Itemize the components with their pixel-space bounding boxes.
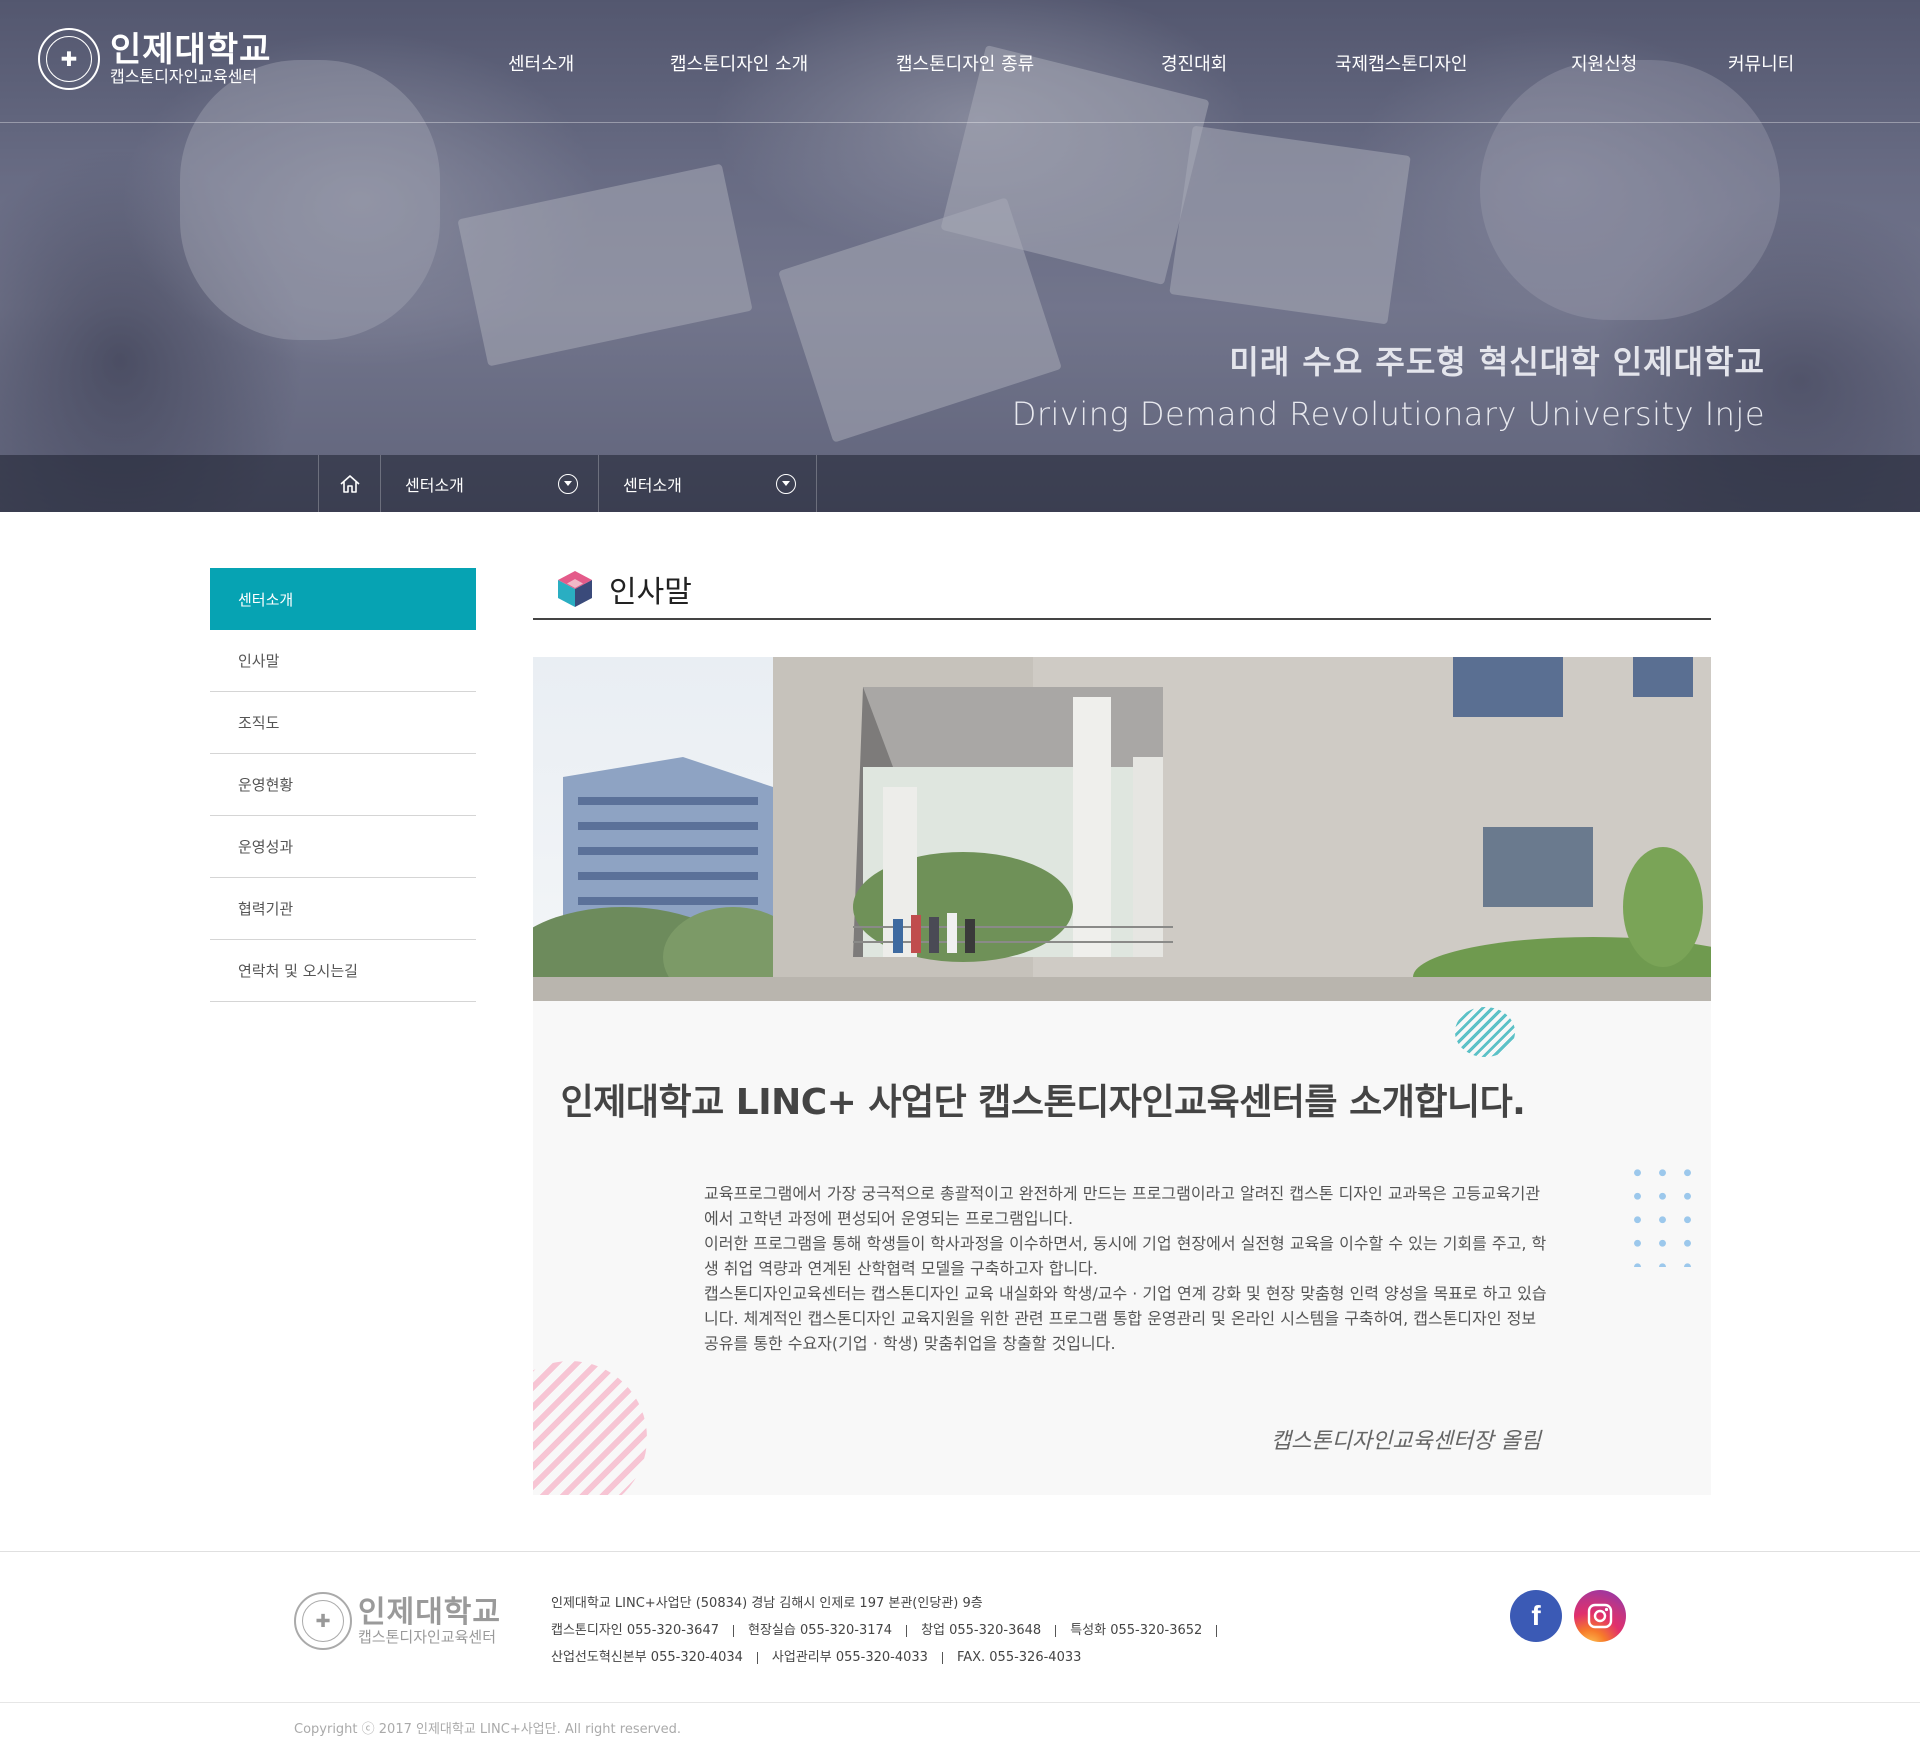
footer-info: 인제대학교 LINC+사업단 (50834) 경남 김해시 인제로 197 본관… [551, 1590, 1231, 1671]
cube-icon [558, 571, 592, 607]
location-bar: 센터소개 센터소개 [0, 455, 1920, 512]
decorative-dot-grid [1625, 1161, 1705, 1267]
instagram-button[interactable] [1574, 1590, 1626, 1642]
contact-item: 캡스톤디자인 055-320-3647 [551, 1623, 719, 1638]
separator [1216, 1624, 1218, 1637]
location-depth2-label: 센터소개 [623, 475, 682, 495]
copyright-divider [0, 1702, 1920, 1703]
hero-banner: ✚ 인제대학교 캡스톤디자인교육센터 센터소개 캡스톤디자인 소개 캡스톤디자인… [0, 0, 1920, 512]
page-title: 인사말 [609, 575, 692, 610]
footer-address: 인제대학교 LINC+사업단 (50834) 경남 김해시 인제로 197 본관… [551, 1596, 983, 1611]
footer-logo-title: 인제대학교 [358, 1594, 501, 1630]
greeting-headline: 인제대학교 LINC+ 사업단 캡스톤디자인교육센터를 소개합니다. [560, 1082, 1526, 1123]
decorative-striped-circle [533, 1361, 647, 1495]
hero-overlay [0, 0, 1920, 512]
footer-logo: ✚ 인제대학교 캡스톤디자인교육센터 [294, 1592, 501, 1650]
sidebar-item-partners[interactable]: 협력기관 [210, 878, 476, 940]
location-depth1-select[interactable]: 센터소개 [381, 455, 599, 512]
copyright-text: Copyright ⓒ 2017 인제대학교 LINC+사업단. All rig… [294, 1722, 682, 1737]
hero-title-english: Driving Demand Revolutionary University … [1011, 395, 1765, 433]
location-depth2-select[interactable]: 센터소개 [599, 455, 817, 512]
instagram-icon [1587, 1603, 1613, 1629]
content-title-bar: 인사말 [533, 560, 1711, 620]
facebook-icon: f [1531, 1600, 1541, 1631]
greeting-paragraph: 이러한 프로그램을 통해 학생들이 학사과정을 이수하면서, 동시에 기업 현장… [704, 1234, 1547, 1278]
greeting-body: 교육프로그램에서 가장 궁극적으로 총괄적이고 완전하게 만드는 프로그램이라고… [704, 1181, 1549, 1356]
contact-item: 창업 055-320-3648 [921, 1623, 1042, 1638]
building-photo [533, 657, 1711, 1001]
header-divider [0, 122, 1920, 123]
home-button[interactable] [318, 455, 381, 512]
nav-item-capstone-types[interactable]: 캡스톤디자인 종류 [896, 50, 1034, 76]
social-links: f [1510, 1590, 1626, 1642]
nav-item-international-capstone[interactable]: 국제캡스톤디자인 [1335, 50, 1467, 76]
greeting-signature: 캡스톤디자인교육센터장 올림 [1270, 1429, 1541, 1454]
contact-item: 현장실습 055-320-3174 [747, 1623, 893, 1638]
separator [756, 1651, 758, 1664]
university-seal-icon: ✚ [294, 1592, 352, 1650]
facebook-button[interactable]: f [1510, 1590, 1562, 1642]
contact-item: 산업선도혁신본부 055-320-4034 [551, 1650, 743, 1665]
chevron-down-icon [776, 473, 796, 494]
nav-item-center-intro[interactable]: 센터소개 [508, 50, 574, 76]
location-depth1-label: 센터소개 [405, 475, 464, 495]
contact-item: 사업관리부 055-320-4033 [771, 1650, 928, 1665]
chevron-down-icon [558, 473, 578, 494]
greeting-paragraph: 캡스톤디자인교육센터는 캡스톤디자인 교육 내실화와 학생/교수 · 기업 연계… [704, 1284, 1547, 1353]
greeting-paragraph: 교육프로그램에서 가장 궁극적으로 총괄적이고 완전하게 만드는 프로그램이라고… [704, 1184, 1541, 1228]
sidebar-item-operation-status[interactable]: 운영현황 [210, 754, 476, 816]
sidebar-item-organization[interactable]: 조직도 [210, 692, 476, 754]
home-icon [339, 474, 360, 493]
nav-item-apply[interactable]: 지원신청 [1571, 50, 1637, 76]
separator [941, 1651, 943, 1664]
separator [732, 1624, 734, 1637]
sidebar: 센터소개 인사말 조직도 운영현황 운영성과 협력기관 연락처 및 오시는길 [210, 568, 476, 1002]
contact-item: 특성화 055-320-3652 [1070, 1623, 1203, 1638]
nav-item-community[interactable]: 커뮤니티 [1728, 50, 1794, 76]
sidebar-title: 센터소개 [210, 568, 476, 630]
separator [1055, 1624, 1057, 1637]
footer-logo-subtitle: 캡스톤디자인교육센터 [358, 1627, 497, 1646]
contact-item: FAX. 055-326-4033 [956, 1650, 1082, 1665]
hero-title-korean: 미래 수요 주도형 혁신대학 인제대학교 [1229, 343, 1765, 381]
greeting-section: 인제대학교 LINC+ 사업단 캡스톤디자인교육센터를 소개합니다. 교육프로그… [533, 1001, 1711, 1495]
footer-contacts-row: 캡스톤디자인 055-320-3647 현장실습 055-320-3174 창업 0… [551, 1617, 1231, 1644]
separator [906, 1624, 908, 1637]
main-nav: 센터소개 캡스톤디자인 소개 캡스톤디자인 종류 경진대회 국제캡스톤디자인 지… [0, 50, 1920, 76]
nav-item-capstone-intro[interactable]: 캡스톤디자인 소개 [670, 50, 808, 76]
footer-contacts-row: 산업선도혁신본부 055-320-4034 사업관리부 055-320-4033 F… [551, 1644, 1231, 1671]
building-illustration [533, 657, 1711, 1001]
footer-divider [0, 1551, 1920, 1552]
sidebar-item-operation-results[interactable]: 운영성과 [210, 816, 476, 878]
sidebar-item-contact-directions[interactable]: 연락처 및 오시는길 [210, 940, 476, 1002]
nav-item-competition[interactable]: 경진대회 [1161, 50, 1227, 76]
sidebar-item-greeting[interactable]: 인사말 [210, 630, 476, 692]
decorative-striped-circle [1455, 1007, 1515, 1057]
hero-title: 미래 수요 주도형 혁신대학 인제대학교 Driving Demand Revo… [1012, 337, 1765, 433]
